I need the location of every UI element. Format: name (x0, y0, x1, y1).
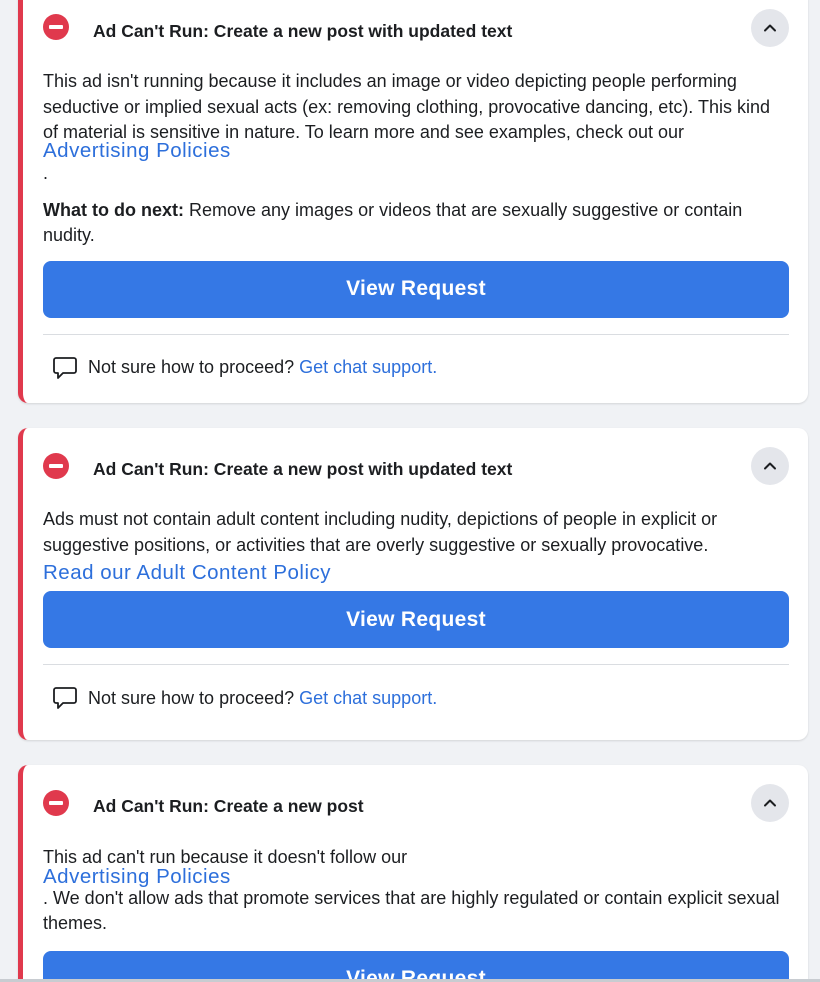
card-title: Ad Can't Run: Create a new post with upd… (93, 21, 513, 41)
issue-description-continued: . We don't allow ads that promote servic… (43, 887, 780, 934)
chat-support-link[interactable]: Get chat support. (299, 357, 437, 378)
stop-sign-icon (43, 14, 69, 40)
collapse-button[interactable] (751, 9, 789, 47)
chevron-up-icon (764, 799, 776, 807)
stop-sign-icon (43, 790, 69, 816)
chat-bubble-icon (51, 684, 79, 712)
what-to-do-next-label: What to do next: (43, 199, 184, 220)
collapse-button[interactable] (751, 447, 789, 485)
chat-support-link[interactable]: Get chat support. (299, 688, 437, 709)
card-body: This ad can't run because it doesn't fol… (23, 831, 808, 982)
card-body: This ad isn't running because it include… (23, 60, 808, 401)
chat-support-row: Not sure how to proceed? Get chat suppor… (43, 665, 789, 731)
adult-content-policy-link[interactable]: Read our Adult Content Policy (43, 561, 789, 585)
view-request-button[interactable]: View Request (43, 591, 789, 648)
support-prompt: Not sure how to proceed? (88, 357, 295, 377)
collapse-button[interactable] (751, 784, 789, 822)
issue-description: Ads must not contain adult content inclu… (43, 509, 718, 555)
card-title: Ad Can't Run: Create a new post (93, 796, 364, 816)
stop-sign-icon (43, 453, 69, 479)
card-header: Ad Can't Run: Create a new post with upd… (23, 428, 808, 494)
view-request-button[interactable]: View Request (43, 950, 789, 982)
chat-bubble-icon (51, 354, 79, 382)
support-prompt: Not sure how to proceed? (88, 687, 295, 708)
chevron-up-icon (764, 24, 776, 32)
card-body: Ads must not contain adult content inclu… (23, 494, 808, 731)
issue-description: This ad isn't running because it include… (43, 71, 771, 142)
chevron-up-icon (764, 462, 776, 470)
card-title: Ad Can't Run: Create a new post with upd… (93, 459, 513, 479)
ad-issue-card: Ad Can't Run: Create a new post This ad … (18, 765, 808, 982)
ad-issue-card: Ad Can't Run: Create a new post with upd… (18, 428, 808, 740)
chat-support-row: Not sure how to proceed? Get chat suppor… (43, 335, 789, 401)
ad-issue-card: Ad Can't Run: Create a new post with upd… (18, 0, 808, 403)
ad-issues-page: Ad Can't Run: Create a new post with upd… (0, 0, 820, 982)
view-request-button[interactable]: View Request (43, 260, 789, 318)
card-header: Ad Can't Run: Create a new post with upd… (23, 0, 808, 60)
card-header: Ad Can't Run: Create a new post (23, 765, 808, 831)
period-text: . (43, 162, 49, 183)
what-to-do-next: What to do next: Remove any images or vi… (43, 198, 789, 248)
